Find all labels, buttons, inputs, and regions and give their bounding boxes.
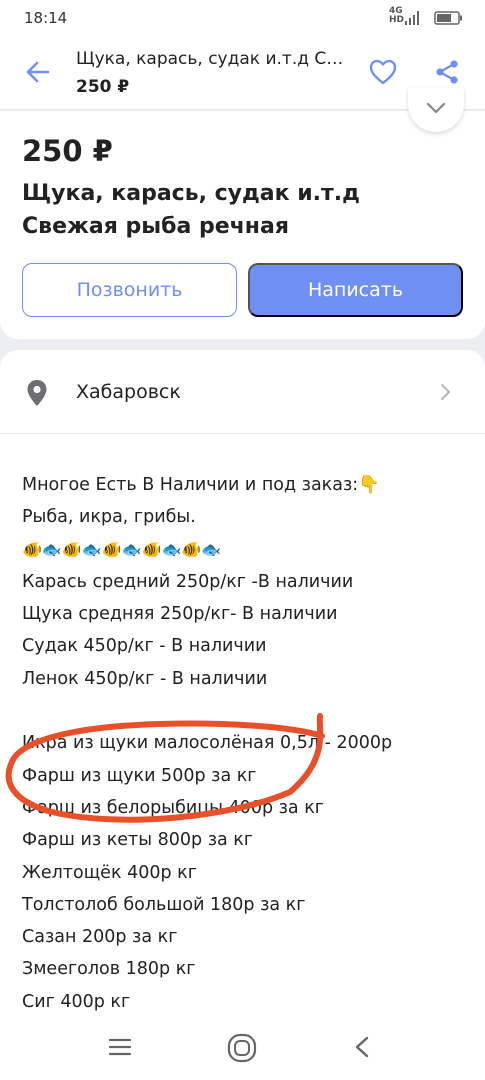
description-line: Змееголов 180р кг bbox=[22, 959, 196, 980]
description-line: Щука средняя 250р/кг- В наличии bbox=[22, 604, 338, 625]
description-line: Фарш из кеты 800р за кг bbox=[22, 830, 254, 851]
share-button[interactable] bbox=[430, 56, 464, 88]
description-line: Ленок 450р/кг - В наличии bbox=[22, 668, 268, 689]
listing-details-card: Хабаровск Многое Есть В Наличии и под за… bbox=[0, 350, 485, 1030]
chevron-down-icon bbox=[426, 102, 446, 114]
app-bar-price: 250 ₽ bbox=[76, 77, 130, 97]
write-message-button[interactable]: Написать bbox=[248, 263, 463, 317]
description-line: Сиг 400р кг bbox=[22, 991, 131, 1012]
app-bar-title: Щука, карась, судак и.т.д Свежая рыба ре… bbox=[76, 49, 348, 69]
status-time: 18:14 bbox=[24, 9, 68, 27]
share-icon bbox=[436, 60, 458, 84]
home-icon[interactable] bbox=[226, 1032, 258, 1064]
signal-icon bbox=[405, 11, 419, 25]
location-city: Хабаровск bbox=[76, 381, 181, 403]
network-indicator: 4G HD bbox=[389, 7, 404, 25]
description-line: Желтощёк 400р кг bbox=[22, 862, 197, 883]
listing-header-card: 250 ₽ Щука, карась, судак и.т.д Свежая р… bbox=[0, 111, 485, 339]
description-line: Карась средний 250р/кг -В наличии bbox=[22, 571, 354, 592]
location-row[interactable]: Хабаровск bbox=[0, 350, 485, 434]
system-nav-bar bbox=[0, 1016, 485, 1080]
listing-title: Щука, карась, судак и.т.д Свежая рыба ре… bbox=[22, 181, 360, 239]
battery-icon bbox=[434, 11, 462, 25]
status-icons bbox=[405, 10, 465, 30]
call-button[interactable]: Позвонить bbox=[22, 263, 237, 317]
description-line: Многое Есть В Наличии и под заказ:👇 bbox=[22, 475, 380, 495]
back-button[interactable] bbox=[20, 56, 56, 88]
description-line: Фарш из щуки 500р за кг bbox=[22, 765, 257, 786]
menu-icon[interactable] bbox=[108, 1036, 132, 1058]
heart-outline-icon bbox=[369, 59, 397, 85]
favorite-button[interactable] bbox=[366, 56, 400, 88]
listing-price: 250 ₽ bbox=[22, 134, 113, 168]
fish-emoji-row: 🐠🐟🐠🐟🐠🐟🐠🐟🐠🐟 bbox=[22, 539, 222, 559]
listing-description: Многое Есть В Наличии и под заказ:👇 Рыба… bbox=[22, 469, 472, 1018]
arrow-left-icon bbox=[26, 61, 50, 83]
location-pin-icon bbox=[27, 380, 47, 406]
description-line: Икра из щуки малосолёная 0,5л - 2000р bbox=[22, 733, 393, 754]
description-line: Рыба, икра, грибы. bbox=[22, 507, 196, 528]
description-line: Толстолоб большой 180р за кг bbox=[22, 894, 306, 915]
network-hd-label: HD bbox=[389, 15, 405, 25]
description-line: Судак 450р/кг - В наличии bbox=[22, 636, 267, 657]
description-line: Фарш из белорыбицы 400р за кг bbox=[22, 797, 324, 818]
status-bar: 18:14 4G HD bbox=[0, 0, 485, 34]
back-triangle-icon[interactable] bbox=[354, 1036, 370, 1058]
description-gap bbox=[22, 695, 472, 727]
description-line: Сазан 200р за кг bbox=[22, 927, 178, 948]
chevron-right-icon bbox=[441, 384, 450, 400]
